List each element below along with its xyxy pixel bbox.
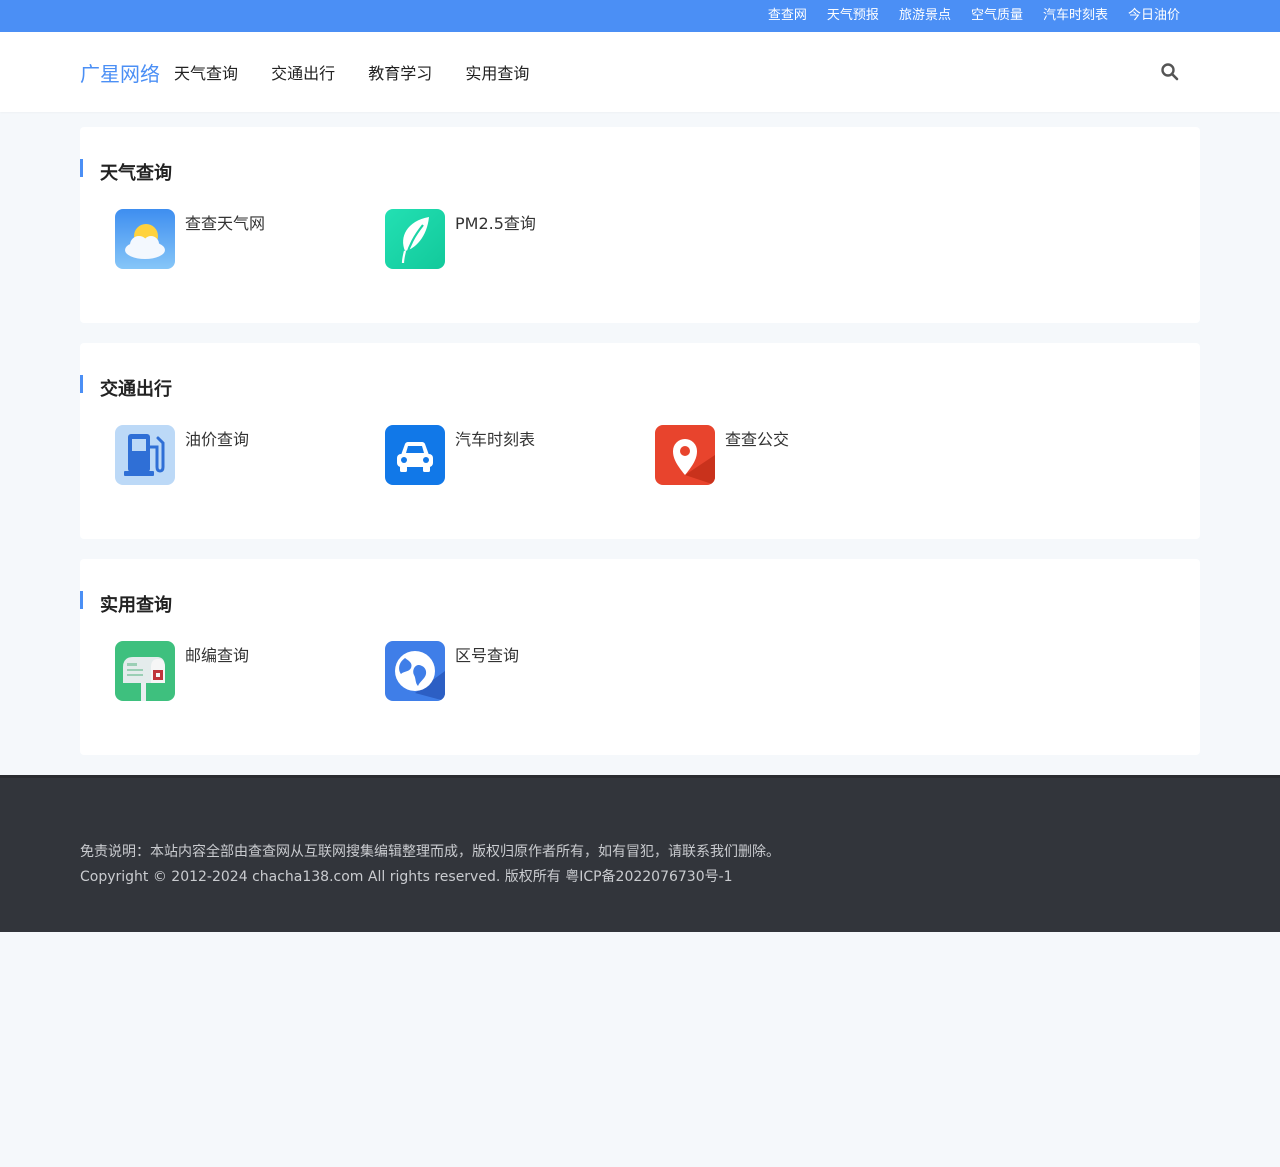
nav-traffic[interactable]: 交通出行 xyxy=(271,64,335,83)
section-utility: 实用查询 邮编查询 区号查询 xyxy=(80,559,1200,755)
nav-education[interactable]: 教育学习 xyxy=(368,64,432,83)
section-traffic: 交通出行 油价查询 汽车时刻表 查查公交 xyxy=(80,343,1200,539)
site-header: 广星网络 天气查询 交通出行 教育学习 实用查询 xyxy=(0,32,1280,112)
section-title: 实用查询 xyxy=(80,591,1200,615)
globe-icon xyxy=(385,641,445,701)
item-postcode[interactable]: 邮编查询 xyxy=(115,641,385,701)
main-nav: 天气查询 交通出行 教育学习 实用查询 xyxy=(174,60,557,84)
top-link-bar: 查查网 天气预报 旅游景点 空气质量 汽车时刻表 今日油价 xyxy=(0,0,1280,32)
section-weather: 天气查询 查查天气网 PM2.5查询 xyxy=(80,127,1200,323)
item-label: 查查天气网 xyxy=(185,214,266,233)
footer-disclaimer: 免责说明：本站内容全部由查查网从互联网搜集编辑整理而成，版权归原作者所有，如有冒… xyxy=(80,844,780,860)
site-logo[interactable]: 广星网络 xyxy=(80,58,160,87)
item-label: 区号查询 xyxy=(455,646,520,665)
top-link-weather[interactable]: 天气预报 xyxy=(827,0,879,32)
leaf-icon xyxy=(385,209,445,269)
nav-utility[interactable]: 实用查询 xyxy=(465,64,529,83)
item-bus-schedule[interactable]: 汽车时刻表 xyxy=(385,425,655,485)
search-icon[interactable] xyxy=(1160,62,1180,82)
item-label: 查查公交 xyxy=(725,430,790,449)
item-label: 油价查询 xyxy=(185,430,250,449)
mailbox-icon xyxy=(115,641,175,701)
car-icon xyxy=(385,425,445,485)
fuel-pump-icon xyxy=(115,425,175,485)
section-title: 交通出行 xyxy=(80,375,1200,399)
item-label: 邮编查询 xyxy=(185,646,250,665)
item-pm25[interactable]: PM2.5查询 xyxy=(385,209,655,269)
item-label: PM2.5查询 xyxy=(455,214,536,233)
site-footer: 免责说明：本站内容全部由查查网从互联网搜集编辑整理而成，版权归原作者所有，如有冒… xyxy=(0,775,1280,932)
top-link-chacha[interactable]: 查查网 xyxy=(768,0,807,32)
item-label: 汽车时刻表 xyxy=(455,430,536,449)
top-link-air[interactable]: 空气质量 xyxy=(971,0,1023,32)
main-content: 天气查询 查查天气网 PM2.5查询 交通出行 油价查询 汽车时刻表 查查公交 … xyxy=(80,127,1200,755)
item-bus-query[interactable]: 查查公交 xyxy=(655,425,925,485)
item-chacha-weather[interactable]: 查查天气网 xyxy=(115,209,385,269)
top-link-oil-price[interactable]: 今日油价 xyxy=(1128,0,1180,32)
top-link-travel[interactable]: 旅游景点 xyxy=(899,0,951,32)
section-title: 天气查询 xyxy=(80,159,1200,183)
top-link-bus-schedule[interactable]: 汽车时刻表 xyxy=(1043,0,1108,32)
item-area-code[interactable]: 区号查询 xyxy=(385,641,655,701)
item-oil-price[interactable]: 油价查询 xyxy=(115,425,385,485)
footer-copyright: Copyright © 2012-2024 chacha138.com All … xyxy=(80,869,733,885)
map-pin-icon xyxy=(655,425,715,485)
nav-weather[interactable]: 天气查询 xyxy=(174,64,238,83)
weather-sun-cloud-icon xyxy=(115,209,175,269)
